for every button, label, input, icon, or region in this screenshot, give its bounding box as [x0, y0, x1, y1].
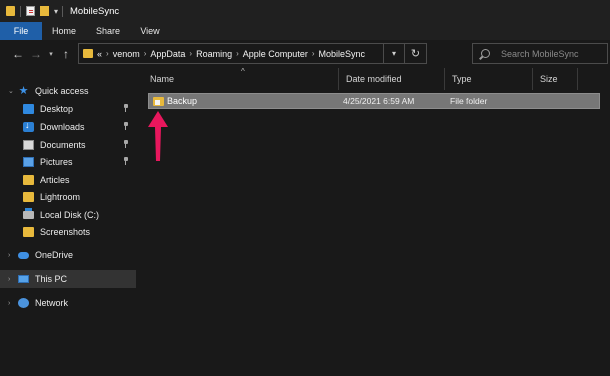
sidebar-item-downloads[interactable]: Downloads: [0, 118, 136, 136]
toolbar-separator: [20, 5, 21, 17]
breadcrumb-apple-computer[interactable]: Apple Computer: [243, 49, 308, 59]
sidebar-item-screenshots[interactable]: Screenshots: [0, 223, 136, 241]
breadcrumb-appdata[interactable]: AppData: [150, 49, 185, 59]
sidebar-item-label: Screenshots: [40, 227, 91, 237]
chevron-right-icon[interactable]: ›: [144, 49, 147, 58]
desktop-icon: [23, 104, 34, 114]
breadcrumb-roaming[interactable]: Roaming: [196, 49, 232, 59]
title-bar: ▾ MobileSync: [0, 0, 610, 22]
breadcrumb-overflow[interactable]: «: [97, 49, 102, 59]
pin-icon: [123, 122, 128, 130]
column-header-label: Size: [540, 74, 558, 84]
chevron-right-icon[interactable]: ›: [189, 49, 192, 58]
chevron-right-icon[interactable]: ›: [8, 276, 10, 283]
file-date-modified: 4/25/2021 6:59 AM: [343, 96, 415, 106]
column-header-label: Date modified: [346, 74, 402, 84]
sidebar-item-label: Quick access: [35, 86, 89, 96]
sidebar-item-quick-access[interactable]: ⌄ ★ Quick access: [0, 82, 136, 100]
column-header-date-modified[interactable]: Date modified: [339, 68, 445, 90]
column-header-name[interactable]: Name ^: [143, 67, 339, 90]
tab-view[interactable]: View: [130, 22, 170, 40]
chevron-right-icon[interactable]: ›: [236, 49, 239, 58]
column-header-label: Type: [452, 74, 472, 84]
quick-access-toolbar-dropdown[interactable]: ▾: [54, 7, 58, 16]
navigation-pane: ⌄ ★ Quick access Desktop Downloads Docum…: [0, 68, 140, 376]
pin-icon: [123, 140, 128, 148]
sidebar-item-label: Documents: [40, 140, 86, 150]
sidebar-item-label: Desktop: [40, 104, 74, 114]
documents-icon: [23, 140, 34, 150]
cloud-icon: [18, 251, 29, 259]
tab-file[interactable]: File: [0, 22, 42, 40]
folder-icon: [83, 49, 93, 58]
sidebar-item-lightroom[interactable]: Lightroom: [0, 188, 136, 206]
breadcrumb-mobilesync[interactable]: MobileSync: [319, 49, 366, 59]
chevron-right-icon[interactable]: ›: [312, 49, 315, 58]
sidebar-item-articles[interactable]: Articles: [0, 171, 136, 189]
sidebar-item-label: Local Disk (C:): [40, 210, 100, 220]
column-header-size[interactable]: Size: [533, 68, 578, 90]
sidebar-item-onedrive[interactable]: › OneDrive: [0, 246, 136, 264]
tab-home[interactable]: Home: [42, 22, 86, 40]
network-icon: [18, 298, 29, 308]
search-box[interactable]: Search MobileSync: [472, 43, 608, 64]
sidebar-item-label: Articles: [40, 175, 70, 185]
column-header-type[interactable]: Type: [445, 68, 533, 90]
pictures-icon: [23, 157, 34, 167]
column-header-row: Name ^ Date modified Type Size: [141, 67, 610, 90]
toolbar-separator: [62, 5, 64, 17]
chevron-right-icon[interactable]: ›: [8, 252, 10, 259]
forward-button[interactable]: →: [28, 48, 44, 60]
file-list-pane: Name ^ Date modified Type Size Backup 4/…: [141, 67, 610, 376]
pin-icon: [123, 157, 128, 165]
folder-icon: [23, 192, 34, 202]
sidebar-item-this-pc[interactable]: › This PC: [0, 270, 136, 288]
sidebar-item-label: Lightroom: [40, 192, 81, 202]
sidebar-item-local-disk[interactable]: Local Disk (C:): [0, 206, 136, 224]
up-button[interactable]: ↑: [58, 48, 74, 60]
disk-drive-icon: [23, 208, 34, 219]
sidebar-item-label: Network: [35, 298, 69, 308]
file-name: Backup: [167, 96, 198, 106]
refresh-button[interactable]: ↻: [405, 43, 427, 64]
properties-icon[interactable]: [26, 6, 35, 16]
column-header-label: Name: [150, 74, 175, 84]
sidebar-item-label: OneDrive: [35, 250, 74, 260]
navigation-bar: ← → ▾ ↑ « › venom › AppData › Roaming › …: [0, 40, 610, 68]
recent-locations-button[interactable]: ▾: [46, 51, 56, 58]
chevron-right-icon[interactable]: ›: [106, 49, 109, 58]
address-history-dropdown[interactable]: ▾: [384, 43, 405, 64]
computer-icon: [18, 275, 29, 283]
folder-icon: [153, 97, 164, 106]
window-title: MobileSync: [70, 5, 120, 17]
search-placeholder: Search MobileSync: [501, 48, 579, 59]
folder-icon: [23, 227, 34, 237]
tab-share[interactable]: Share: [86, 22, 130, 40]
sidebar-item-pictures[interactable]: Pictures: [0, 153, 136, 171]
chevron-down-icon[interactable]: ⌄: [8, 87, 14, 95]
folder-icon: [23, 175, 34, 185]
search-icon: [481, 49, 490, 58]
ribbon-tabs: File Home Share View: [0, 22, 610, 40]
address-bar[interactable]: « › venom › AppData › Roaming › Apple Co…: [78, 43, 384, 64]
file-type: File folder: [450, 96, 488, 106]
chevron-right-icon[interactable]: ›: [8, 300, 10, 307]
new-folder-icon[interactable]: [40, 6, 49, 16]
sidebar-item-documents[interactable]: Documents: [0, 136, 136, 154]
sidebar-item-label: This PC: [35, 274, 68, 284]
sidebar-item-label: Downloads: [40, 122, 85, 132]
star-icon: ★: [18, 85, 29, 97]
pin-icon: [123, 104, 128, 112]
file-row-backup[interactable]: Backup 4/25/2021 6:59 AM File folder: [148, 93, 600, 109]
sort-ascending-icon: ^: [241, 67, 245, 76]
sidebar-item-network[interactable]: › Network: [0, 294, 136, 312]
sidebar-item-label: Pictures: [40, 157, 73, 167]
annotation-arrow-icon: [148, 111, 168, 161]
downloads-icon: [23, 120, 34, 132]
sidebar-item-desktop[interactable]: Desktop: [0, 100, 136, 118]
back-button[interactable]: ←: [10, 48, 26, 60]
folder-icon: [6, 6, 15, 16]
breadcrumb-venom[interactable]: venom: [113, 49, 140, 59]
